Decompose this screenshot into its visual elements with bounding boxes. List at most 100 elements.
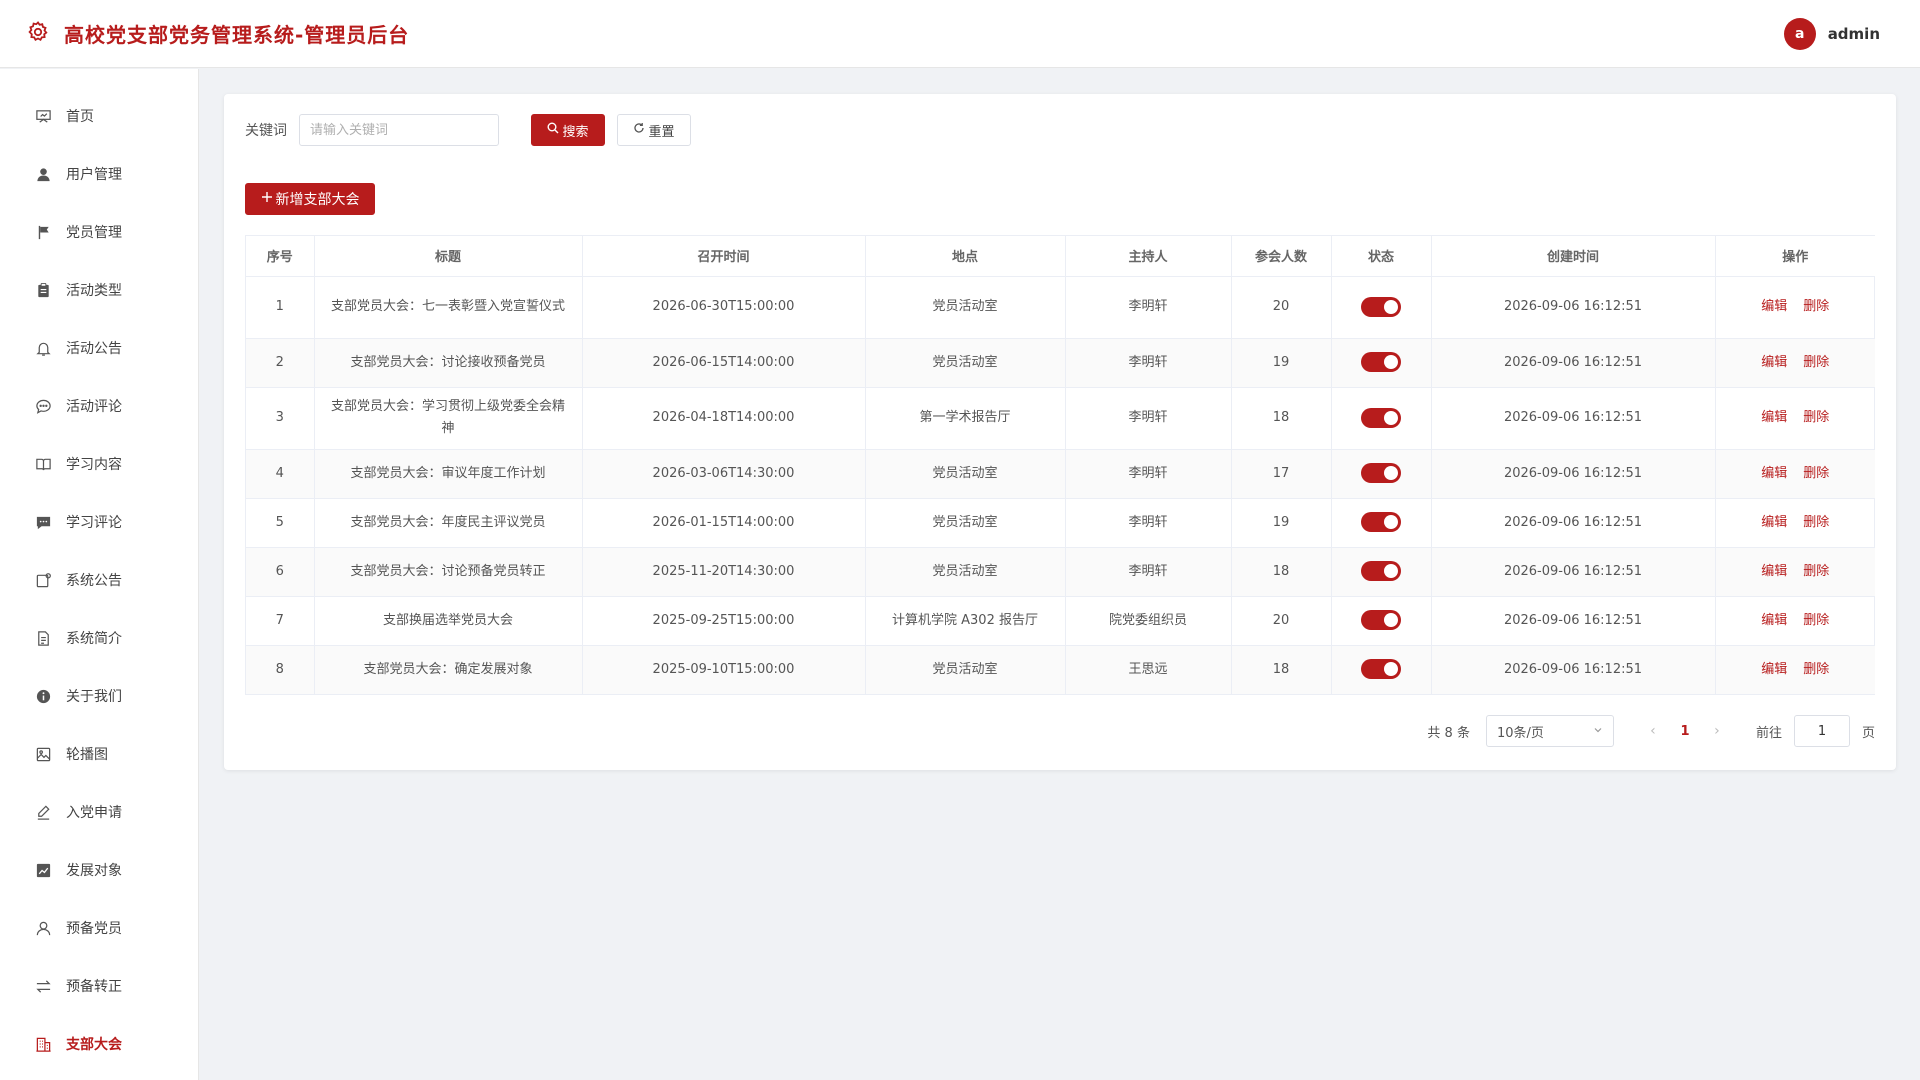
sidebar-item-12[interactable]: 入党申请 (0, 783, 198, 841)
sidebar-item-8[interactable]: 系统公告 (0, 551, 198, 609)
delete-link[interactable]: 删除 (1803, 466, 1829, 481)
table-row: 1 支部党员大会：七一表彰暨入党宣誓仪式 2026-06-30T15:00:00 党员… (246, 276, 1875, 339)
status-toggle[interactable] (1361, 463, 1401, 483)
delete-link[interactable]: 删除 (1803, 613, 1829, 628)
avatar[interactable]: a (1783, 17, 1816, 50)
delete-link[interactable]: 删除 (1803, 355, 1829, 370)
sidebar-item-11[interactable]: 轮播图 (0, 725, 198, 783)
sidebar-item-6[interactable]: 学习内容 (0, 435, 198, 493)
chat-bubble-icon (34, 397, 52, 415)
cell-time: 2026-03-06T14:30:00 (582, 449, 866, 499)
user-menu[interactable]: a admin (1783, 17, 1880, 50)
status-toggle[interactable] (1361, 610, 1401, 630)
next-page-icon[interactable]: › (1706, 723, 1728, 739)
cell-title: 支部党员大会：七一表彰暨入党宣誓仪式 (314, 276, 583, 339)
edit-link[interactable]: 编辑 (1761, 662, 1787, 677)
cell-created: 2026-09-06 16:12:51 (1431, 387, 1716, 450)
edit-link[interactable]: 编辑 (1761, 355, 1787, 370)
document-icon (34, 629, 52, 647)
cell-host: 李明轩 (1065, 498, 1232, 548)
cell-no: 6 (246, 547, 315, 597)
cell-no: 5 (246, 498, 315, 548)
keyword-input[interactable] (299, 114, 499, 146)
edit-link[interactable]: 编辑 (1761, 564, 1787, 579)
cell-actions: 编辑 删除 (1715, 645, 1875, 694)
book-icon (34, 455, 52, 473)
edit-link[interactable]: 编辑 (1761, 515, 1787, 530)
sidebar-item-2[interactable]: 党员管理 (0, 203, 198, 261)
app-title: 高校党支部党务管理系统-管理员后台 (64, 23, 410, 47)
page-number[interactable]: 1 (1674, 724, 1696, 739)
sidebar-item-14[interactable]: 预备党员 (0, 899, 198, 957)
cell-created: 2026-09-06 16:12:51 (1431, 276, 1716, 339)
sidebar-item-0[interactable]: 首页 (0, 87, 198, 145)
username[interactable]: admin (1828, 25, 1880, 43)
status-toggle[interactable] (1361, 296, 1401, 317)
cell-actions: 编辑 删除 (1715, 449, 1875, 499)
cell-no: 3 (246, 387, 315, 450)
sidebar-item-7[interactable]: 学习评论 (0, 493, 198, 551)
delete-link[interactable]: 删除 (1803, 662, 1829, 677)
status-toggle[interactable] (1361, 512, 1401, 532)
cell-count: 20 (1231, 276, 1332, 339)
cell-actions: 编辑 删除 (1715, 387, 1875, 450)
keyword-label: 关键词 (245, 123, 287, 139)
edit-link[interactable]: 编辑 (1761, 466, 1787, 481)
cell-actions: 编辑 删除 (1715, 596, 1875, 646)
search-button[interactable]: 搜索 (531, 114, 605, 146)
column-header: 召开时间 (582, 236, 866, 277)
delete-link[interactable]: 删除 (1803, 564, 1829, 579)
column-header: 创建时间 (1431, 236, 1716, 277)
sidebar-item-1[interactable]: 用户管理 (0, 145, 198, 203)
sidebar-item-9[interactable]: 系统简介 (0, 609, 198, 667)
status-toggle[interactable] (1361, 561, 1401, 581)
reset-button[interactable]: 重置 (617, 114, 691, 146)
edit-link[interactable]: 编辑 (1761, 613, 1787, 628)
page-size-value: 10条/页 (1496, 725, 1544, 741)
delete-link[interactable]: 删除 (1803, 515, 1829, 530)
edit-link[interactable]: 编辑 (1761, 299, 1787, 314)
column-header: 主持人 (1065, 236, 1232, 277)
sidebar-item-13[interactable]: 发展对象 (0, 841, 198, 899)
table-row: 2 支部党员大会：讨论接收预备党员 2026-06-15T14:00:00 党员活动室… (246, 338, 1875, 388)
status-toggle[interactable] (1361, 407, 1401, 428)
sidebar-item-4[interactable]: 活动公告 (0, 319, 198, 377)
office-building-icon (34, 1035, 52, 1053)
sidebar-item-5[interactable]: 活动评论 (0, 377, 198, 435)
add-meeting-button[interactable]: 新增支部大会 (245, 183, 375, 215)
cell-count: 19 (1231, 498, 1332, 548)
cell-created: 2026-09-06 16:12:51 (1431, 338, 1716, 388)
search-button-label: 搜索 (562, 124, 589, 140)
cell-place: 党员活动室 (865, 498, 1066, 548)
sidebar-item-label: 首页 (66, 109, 94, 125)
sidebar-item-16[interactable]: 支部大会 (0, 1015, 198, 1073)
table-row: 7 支部换届选举党员大会 2025-09-25T15:00:00 计算机学院 A302… (246, 596, 1875, 646)
column-header: 状态 (1331, 236, 1432, 277)
page-size-select[interactable]: 10条/页 (1485, 715, 1614, 747)
sidebar-item-label: 发展对象 (66, 863, 122, 879)
sidebar-item-label: 入党申请 (66, 805, 122, 821)
delete-link[interactable]: 删除 (1803, 410, 1829, 425)
delete-link[interactable]: 删除 (1803, 299, 1829, 314)
cell-count: 18 (1231, 645, 1332, 694)
presentation-icon (34, 107, 52, 125)
goto-page-input[interactable] (1793, 715, 1850, 747)
sidebar-item-10[interactable]: 关于我们 (0, 667, 198, 725)
prev-page-icon[interactable]: ‹ (1642, 723, 1664, 739)
status-toggle[interactable] (1361, 659, 1401, 680)
cell-host: 李明轩 (1065, 276, 1232, 339)
sidebar-item-3[interactable]: 活动类型 (0, 261, 198, 319)
sidebar-item-label: 用户管理 (66, 167, 122, 183)
sidebar-item-label: 轮播图 (66, 747, 108, 763)
cell-created: 2026-09-06 16:12:51 (1431, 498, 1716, 548)
edit-link[interactable]: 编辑 (1761, 410, 1787, 425)
cell-no: 7 (246, 596, 315, 646)
image-icon (34, 745, 52, 763)
status-toggle[interactable] (1361, 352, 1401, 372)
sidebar-item-15[interactable]: 预备转正 (0, 957, 198, 1015)
cell-title: 支部党员大会：审议年度工作计划 (314, 449, 583, 499)
gear-icon (26, 20, 50, 48)
message-icon (34, 513, 52, 531)
sidebar-item-label: 活动公告 (66, 341, 122, 357)
cell-no: 8 (246, 645, 315, 694)
